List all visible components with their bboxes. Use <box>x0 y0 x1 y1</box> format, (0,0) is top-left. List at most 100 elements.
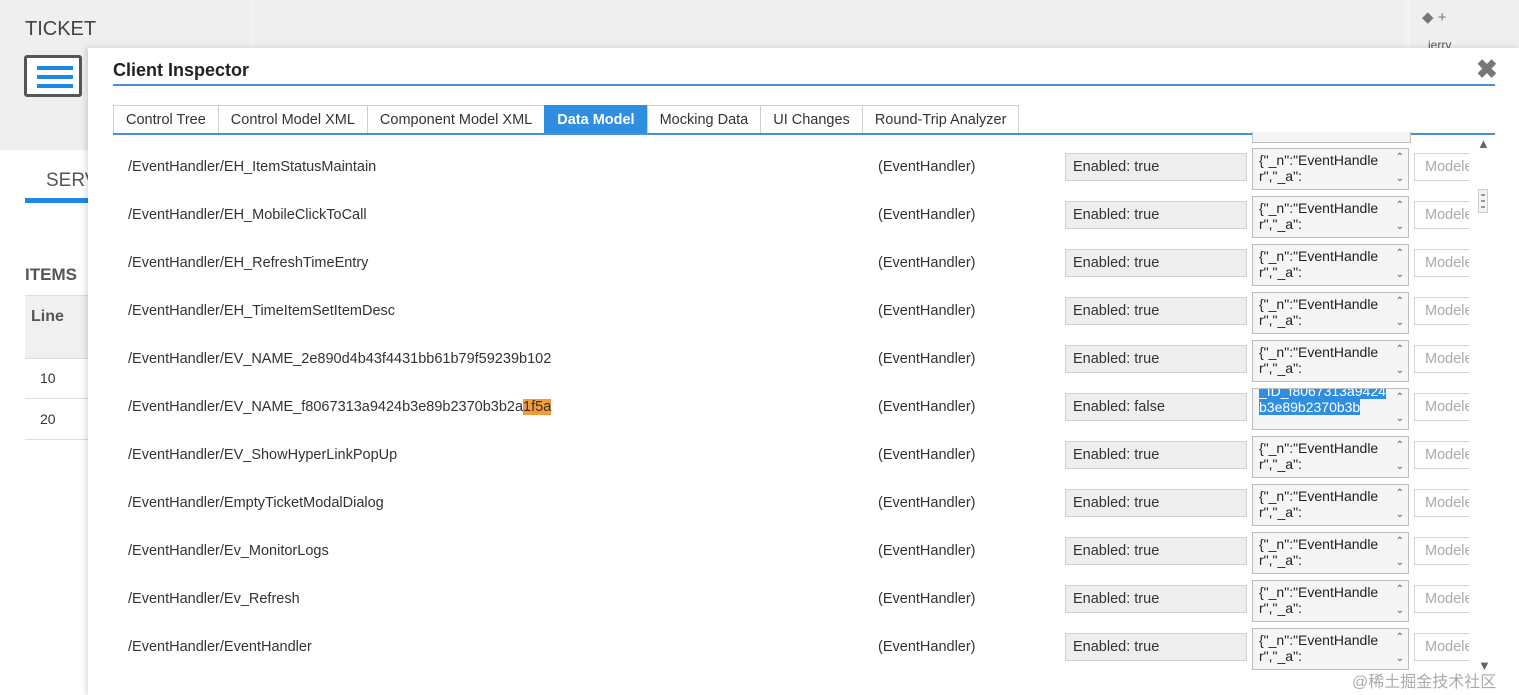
list-item[interactable]: /EventHandler/EH_MobileClickToCall (Event… <box>113 192 1469 240</box>
modeled-button[interactable]: Modeled <box>1414 201 1469 229</box>
modeled-button[interactable]: Modeled <box>1414 393 1469 421</box>
chevron-down-icon[interactable]: ⌄ <box>1396 221 1404 232</box>
model-path: /EventHandler/EmptyTicketModalDialog <box>128 495 384 511</box>
scrollbar-thumb[interactable] <box>1478 189 1488 213</box>
modeled-button[interactable]: Modeled <box>1414 633 1469 661</box>
chevron-down-icon[interactable]: ⌄ <box>1396 365 1404 376</box>
json-textarea[interactable]: {"_n":"EventHandler","_a": ⌃ ⌄ <box>1252 340 1409 382</box>
textarea-scrollbar[interactable]: ⌃ ⌄ <box>1390 485 1408 525</box>
enabled-field[interactable]: Enabled: true <box>1065 249 1247 277</box>
textarea-scrollbar[interactable]: ⌃ ⌄ <box>1390 533 1408 573</box>
list-item[interactable]: /EventHandler/EV_ShowHyperLinkPopUp (Even… <box>113 432 1469 480</box>
enabled-field[interactable]: Enabled: true <box>1065 441 1247 469</box>
enabled-field[interactable]: Enabled: true <box>1065 585 1247 613</box>
chevron-up-icon[interactable]: ⌃ <box>1396 344 1404 355</box>
enabled-field[interactable]: Enabled: true <box>1065 297 1247 325</box>
model-type: (EventHandler) <box>878 159 976 175</box>
enabled-field[interactable]: Enabled: true <box>1065 633 1247 661</box>
model-type: (EventHandler) <box>878 399 976 415</box>
json-textarea[interactable]: {"_n":"EventHandler","_a": ⌃ ⌄ <box>1252 628 1409 670</box>
list-item[interactable]: /EventHandler/EH_ItemStatusMaintain (Even… <box>113 144 1469 192</box>
chevron-down-icon[interactable]: ⌄ <box>1396 413 1404 424</box>
textarea-scrollbar[interactable]: ⌃ ⌄ <box>1390 581 1408 621</box>
modeled-button[interactable]: Modeled <box>1414 441 1469 469</box>
model-path: /EventHandler/EH_TimeItemSetItemDesc <box>128 303 395 319</box>
chevron-up-icon[interactable]: ⌃ <box>1396 296 1404 307</box>
json-textarea[interactable]: {"_n":"EventHandler","_a": ⌃ ⌄ <box>1252 148 1409 190</box>
json-textarea[interactable]: {"_n":"EventHandler","_a": ⌃ ⌄ <box>1252 292 1409 334</box>
textarea-scrollbar[interactable]: ⌃ ⌄ <box>1390 437 1408 477</box>
table-row[interactable]: 20 <box>25 399 95 440</box>
modeled-button[interactable]: Modeled <box>1414 153 1469 181</box>
textarea-scrollbar[interactable]: ⌃ ⌄ <box>1390 245 1408 285</box>
chevron-up-icon[interactable]: ⌃ <box>1396 536 1404 547</box>
chevron-down-icon[interactable]: ⌄ <box>1396 509 1404 520</box>
table-row[interactable]: 10 <box>25 358 95 399</box>
modeled-button[interactable]: Modeled <box>1414 537 1469 565</box>
chevron-up-icon[interactable]: ⌃ <box>1396 632 1404 643</box>
model-path: /EventHandler/EH_ItemStatusMaintain <box>128 159 376 175</box>
model-path-text: /EventHandler/EV_NAME_2e890d4b43f4431bb6… <box>128 351 552 367</box>
scroll-up-icon[interactable]: ▲ <box>1477 136 1490 151</box>
line-header-label: Line <box>31 308 64 325</box>
modeled-button[interactable]: Modeled <box>1414 585 1469 613</box>
list-item[interactable]: /EventHandler/EV_NAME_f8067313a9424b3e89… <box>113 384 1469 432</box>
model-type: (EventHandler) <box>878 255 976 271</box>
list-item[interactable]: /EventHandler/EmptyTicketModalDialog (Eve… <box>113 480 1469 528</box>
chevron-down-icon[interactable]: ⌄ <box>1396 269 1404 280</box>
json-textarea[interactable]: {"_n":"EventHandler","_a": ⌃ ⌄ <box>1252 580 1409 622</box>
tab-control-model-xml[interactable]: Control Model XML <box>217 105 368 133</box>
tab-data-model[interactable]: Data Model <box>544 105 648 133</box>
textarea-scrollbar[interactable]: ⌃ ⌄ <box>1390 629 1408 669</box>
chevron-down-icon[interactable]: ⌄ <box>1396 653 1404 664</box>
enabled-field[interactable]: Enabled: true <box>1065 489 1247 517</box>
tag-plus-icon[interactable]: ◆ + <box>1422 8 1446 26</box>
modeled-button[interactable]: Modeled <box>1414 489 1469 517</box>
list-item[interactable]: /EventHandler/EventHandler (EventHandler)… <box>113 624 1469 672</box>
tab-round-trip-analyzer[interactable]: Round-Trip Analyzer <box>861 105 1020 133</box>
json-value: {"_n":"EventHandler","_a": <box>1259 488 1379 520</box>
tab-ui-changes[interactable]: UI Changes <box>760 105 863 133</box>
list-item[interactable]: /EventHandler/EH_RefreshTimeEntry (EventH… <box>113 240 1469 288</box>
chevron-down-icon[interactable]: ⌄ <box>1396 173 1404 184</box>
chevron-down-icon[interactable]: ⌄ <box>1396 317 1404 328</box>
enabled-field[interactable]: Enabled: true <box>1065 345 1247 373</box>
json-textarea[interactable]: _ID_f8067313a9424b3e89b2370b3b ⌃ ⌄ <box>1252 388 1409 430</box>
list-item[interactable]: /EventHandler/EV_NAME_2e890d4b43f4431bb6… <box>113 336 1469 384</box>
chevron-down-icon[interactable]: ⌄ <box>1396 461 1404 472</box>
list-item[interactable]: /EventHandler/EH_TimeItemSetItemDesc (Eve… <box>113 288 1469 336</box>
chevron-down-icon[interactable]: ⌄ <box>1396 605 1404 616</box>
chevron-up-icon[interactable]: ⌃ <box>1396 248 1404 259</box>
chevron-up-icon[interactable]: ⌃ <box>1396 392 1404 403</box>
chevron-up-icon[interactable]: ⌃ <box>1396 440 1404 451</box>
json-value: {"_n":"EventHandler","_a": <box>1259 344 1379 376</box>
textarea-scrollbar[interactable]: ⌃ ⌄ <box>1390 149 1408 189</box>
enabled-field[interactable]: Enabled: true <box>1065 537 1247 565</box>
tab-mocking-data[interactable]: Mocking Data <box>646 105 762 133</box>
chevron-up-icon[interactable]: ⌃ <box>1396 200 1404 211</box>
json-textarea[interactable]: {"_n":"EventHandler","_a": ⌃ ⌄ <box>1252 436 1409 478</box>
json-textarea[interactable]: {"_n":"EventHandler","_a": ⌃ ⌄ <box>1252 484 1409 526</box>
textarea-scrollbar[interactable]: ⌃ ⌄ <box>1390 197 1408 237</box>
tab-component-model-xml[interactable]: Component Model XML <box>366 105 546 133</box>
list-item[interactable]: /EventHandler/Ev_MonitorLogs (EventHandle… <box>113 528 1469 576</box>
modeled-button[interactable]: Modeled <box>1414 297 1469 325</box>
json-textarea[interactable]: {"_n":"EventHandler","_a": ⌃ ⌄ <box>1252 196 1409 238</box>
list-item[interactable]: /EventHandler/Ev_Refresh (EventHandler) En… <box>113 576 1469 624</box>
enabled-field[interactable]: Enabled: true <box>1065 153 1247 181</box>
chevron-up-icon[interactable]: ⌃ <box>1396 152 1404 163</box>
json-textarea[interactable]: {"_n":"EventHandler","_a": ⌃ ⌄ <box>1252 244 1409 286</box>
modeled-button[interactable]: Modeled <box>1414 249 1469 277</box>
tab-control-tree[interactable]: Control Tree <box>113 105 219 133</box>
textarea-scrollbar[interactable]: ⌃ ⌄ <box>1390 341 1408 381</box>
close-icon[interactable]: ✖ <box>1476 56 1498 82</box>
textarea-scrollbar[interactable]: ⌃ ⌄ <box>1390 389 1408 429</box>
enabled-field[interactable]: Enabled: false <box>1065 393 1247 421</box>
enabled-field[interactable]: Enabled: true <box>1065 201 1247 229</box>
modeled-button[interactable]: Modeled <box>1414 345 1469 373</box>
chevron-up-icon[interactable]: ⌃ <box>1396 488 1404 499</box>
chevron-up-icon[interactable]: ⌃ <box>1396 584 1404 595</box>
json-textarea[interactable]: {"_n":"EventHandler","_a": ⌃ ⌄ <box>1252 532 1409 574</box>
textarea-scrollbar[interactable]: ⌃ ⌄ <box>1390 293 1408 333</box>
chevron-down-icon[interactable]: ⌄ <box>1396 557 1404 568</box>
